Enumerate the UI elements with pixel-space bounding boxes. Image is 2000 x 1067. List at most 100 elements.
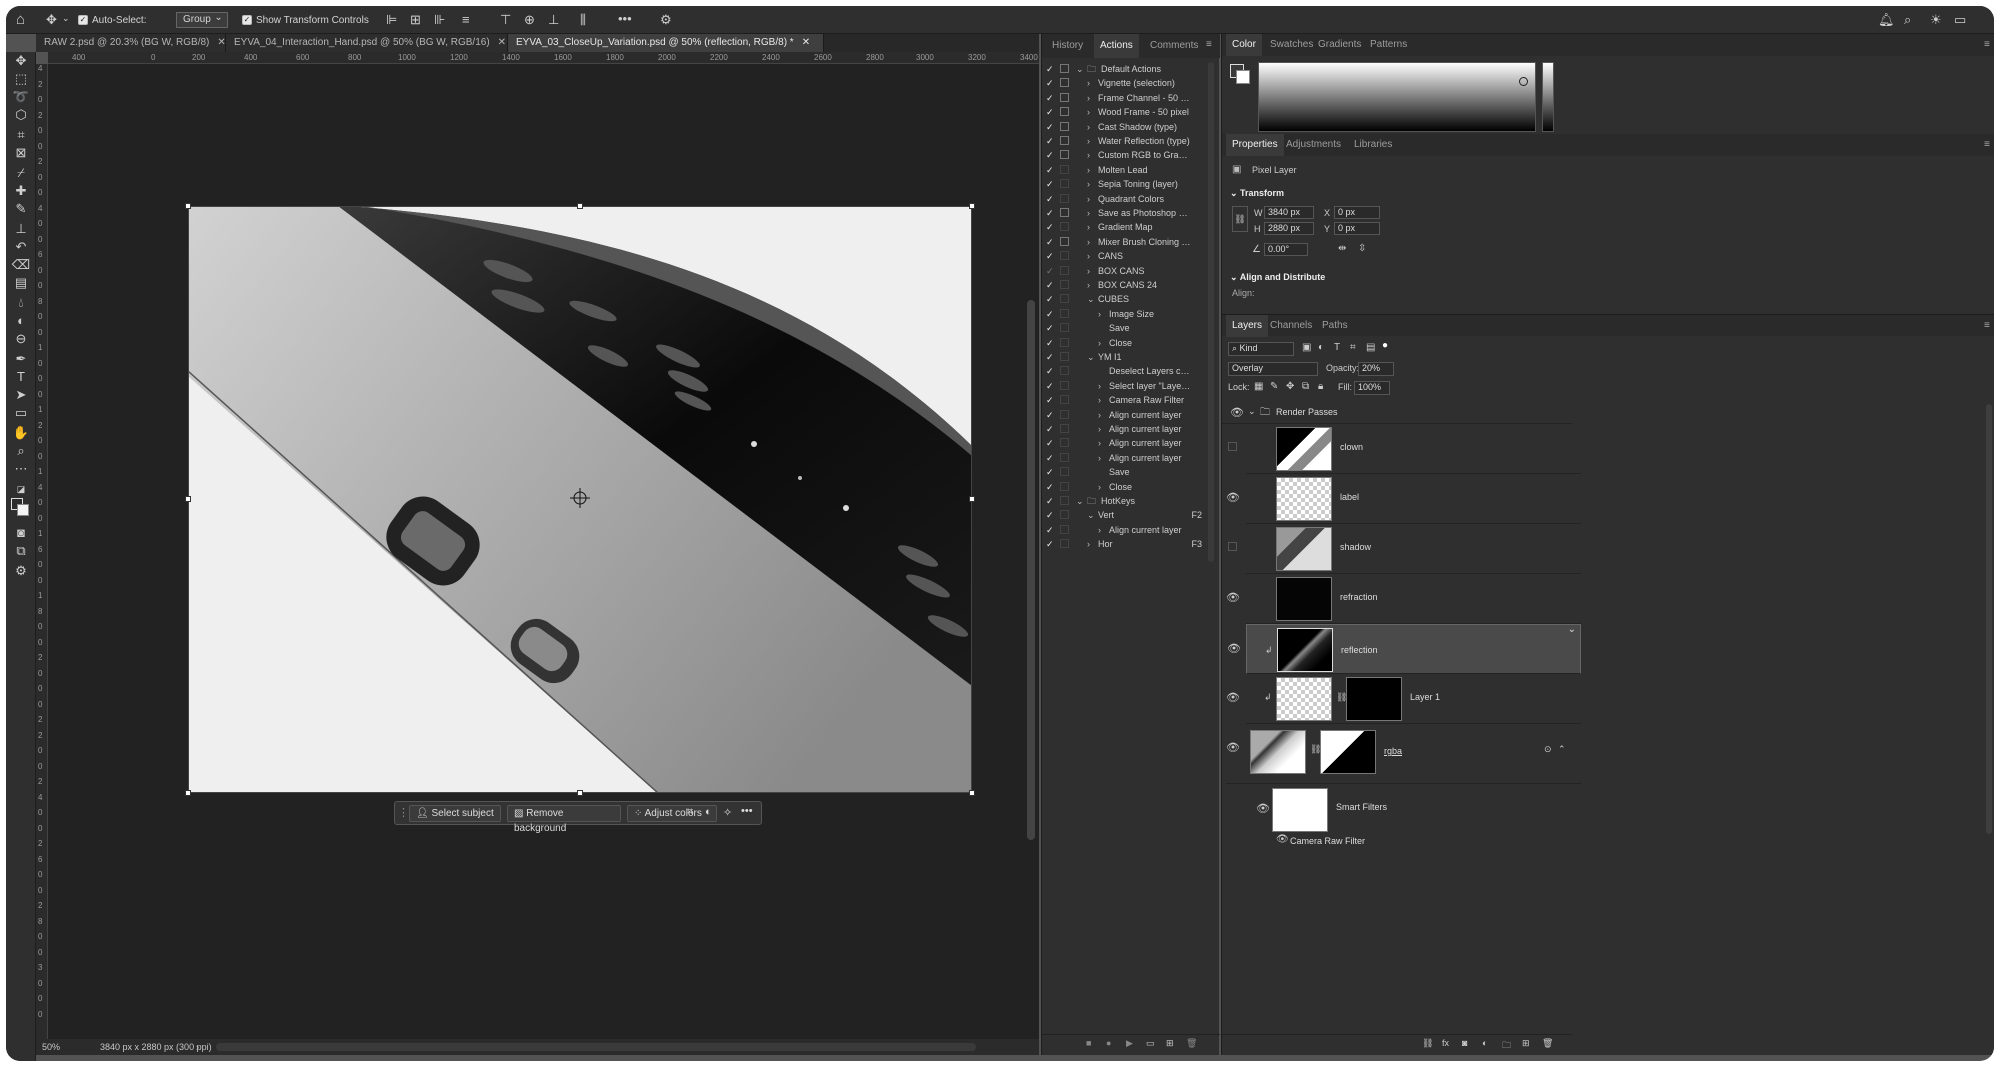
- tab-adjustments[interactable]: Adjustments: [1280, 134, 1347, 156]
- close-icon[interactable]: ✕: [802, 37, 810, 48]
- chevron-right-icon[interactable]: ›: [1098, 379, 1101, 393]
- check-icon[interactable]: ✓: [1046, 264, 1054, 278]
- dialog-toggle[interactable]: [1060, 481, 1069, 491]
- drag-handle-icon[interactable]: ⋮: [398, 806, 409, 819]
- transform-handle[interactable]: [185, 496, 191, 502]
- chevron-right-icon[interactable]: ›: [1087, 148, 1090, 162]
- filter-shape-icon[interactable]: ⌗: [1350, 342, 1356, 353]
- check-icon[interactable]: ✓: [1046, 177, 1054, 191]
- filter-pixel-icon[interactable]: ▣: [1302, 342, 1311, 353]
- blur-tool-icon[interactable]: 💧︎: [11, 294, 31, 312]
- tab-channels[interactable]: Channels: [1264, 315, 1318, 337]
- transform-handle[interactable]: [577, 203, 583, 209]
- chevron-down-icon[interactable]: ⌄: [62, 10, 70, 26]
- link-layers-icon[interactable]: ⛓: [1422, 1038, 1433, 1049]
- stop-icon[interactable]: ■: [1086, 1038, 1091, 1048]
- check-icon[interactable]: ✓: [1046, 321, 1054, 335]
- check-icon[interactable]: ✓: [1046, 422, 1054, 436]
- tab-libraries[interactable]: Libraries: [1348, 134, 1398, 156]
- check-icon[interactable]: ✓: [1046, 163, 1054, 177]
- zoom-level[interactable]: 50%: [42, 1039, 60, 1055]
- align-distribute-section[interactable]: ⌄ Align and Distribute: [1230, 272, 1325, 283]
- crop-tool-icon[interactable]: ⌗: [11, 126, 31, 144]
- gradient-tool-icon[interactable]: ▤: [11, 274, 31, 292]
- dialog-toggle[interactable]: [1060, 323, 1069, 333]
- layer-row-rgba[interactable]: 👁︎ ⛓ rgba ⊙ ⌃: [1226, 724, 1581, 784]
- dialog-toggle[interactable]: [1060, 539, 1069, 549]
- dialog-toggle[interactable]: [1060, 92, 1069, 102]
- panel-menu-icon[interactable]: ≡: [1984, 139, 1990, 150]
- visibility-toggle[interactable]: [1228, 442, 1237, 451]
- lock-transparent-icon[interactable]: ▦: [1254, 381, 1263, 392]
- frame-tool-icon[interactable]: ⊠: [11, 144, 31, 162]
- check-icon[interactable]: ✓: [1046, 120, 1054, 134]
- home-icon[interactable]: ⌂: [16, 12, 25, 28]
- action-row[interactable]: ✓ › Wood Frame - 50 pixel: [1042, 105, 1206, 119]
- gear-icon[interactable]: ⚙: [660, 12, 672, 28]
- dialog-toggle[interactable]: [1060, 496, 1069, 505]
- type-tool-icon[interactable]: T: [11, 368, 31, 386]
- transform-bounding-box[interactable]: [188, 206, 972, 793]
- check-icon[interactable]: ✓: [1046, 62, 1054, 76]
- chevron-up-icon[interactable]: ⌃: [1558, 744, 1566, 755]
- chevron-down-icon[interactable]: ⌄: [1087, 508, 1095, 522]
- record-icon[interactable]: ●: [1106, 1038, 1111, 1048]
- dialog-toggle[interactable]: [1060, 366, 1069, 376]
- adjustment-icon[interactable]: ◐: [705, 806, 712, 818]
- select-subject-button[interactable]: 👤︎ Select subject: [409, 805, 501, 822]
- dialog-toggle[interactable]: [1060, 308, 1069, 318]
- check-icon[interactable]: ✓: [1046, 480, 1054, 494]
- action-row[interactable]: ✓ › Custom RGB to Grayscale: [1042, 148, 1206, 162]
- link-icon[interactable]: ⛓: [1232, 206, 1248, 232]
- action-row[interactable]: ✓ ⌄ 🗀 Default Actions: [1042, 62, 1206, 76]
- color-slider[interactable]: [1542, 62, 1554, 132]
- check-icon[interactable]: ✓: [1046, 292, 1054, 306]
- distribute-vertical-icon[interactable]: ⫼: [580, 12, 586, 28]
- tab-paths[interactable]: Paths: [1316, 315, 1354, 337]
- status-menu-arrow[interactable]: ›: [196, 1039, 199, 1055]
- auto-select-dropdown[interactable]: Group: [176, 11, 228, 29]
- action-row[interactable]: ✓ › Image Size: [1042, 307, 1206, 321]
- screen-mode-icon[interactable]: ⧉: [11, 542, 31, 560]
- chevron-right-icon[interactable]: ›: [1087, 105, 1090, 119]
- layer-row-layer1[interactable]: 👁︎ ↲ ⛓ Layer 1: [1226, 674, 1581, 724]
- layer-row-label[interactable]: 👁︎ label: [1226, 474, 1581, 524]
- layer-mask-thumbnail[interactable]: [1346, 677, 1402, 721]
- tab-raw2[interactable]: RAW 2.psd @ 20.3% (BG W, RGB/8) ✕: [36, 34, 226, 52]
- chevron-down-icon[interactable]: ⌄: [1076, 494, 1084, 508]
- sparkle-icon[interactable]: ✧: [723, 806, 732, 819]
- action-row[interactable]: ✓ › Vignette (selection): [1042, 76, 1206, 90]
- chevron-right-icon[interactable]: ›: [1087, 91, 1090, 105]
- check-icon[interactable]: ✓: [1046, 364, 1054, 378]
- horizontal-scrollbar[interactable]: [216, 1043, 976, 1051]
- chevron-right-icon[interactable]: ›: [1098, 422, 1101, 436]
- action-row[interactable]: ✓ › Molten Lead: [1042, 163, 1206, 177]
- action-row[interactable]: ✓ › CANS: [1042, 249, 1206, 263]
- check-icon[interactable]: ✓: [1046, 307, 1054, 321]
- marquee-tool-icon[interactable]: ⬚: [11, 70, 31, 88]
- action-row[interactable]: ✓ Deselect Layers current l...: [1042, 364, 1206, 378]
- dialog-toggle[interactable]: [1060, 337, 1069, 347]
- edit-toolbar-icon[interactable]: ⋯: [11, 460, 31, 478]
- layer-row-reflection[interactable]: 👁︎ ↲ reflection: [1227, 623, 1581, 674]
- history-brush-tool-icon[interactable]: ↶: [11, 238, 31, 256]
- width-field[interactable]: 3840 px: [1264, 206, 1314, 219]
- chevron-right-icon[interactable]: ›: [1098, 480, 1101, 494]
- action-row[interactable]: ✓ › Camera Raw Filter: [1042, 393, 1206, 407]
- dialog-toggle[interactable]: [1060, 467, 1069, 477]
- path-selection-tool-icon[interactable]: ➤: [11, 386, 31, 404]
- align-left-icon[interactable]: ⊫: [386, 12, 397, 28]
- more-options-icon[interactable]: •••: [618, 11, 632, 27]
- action-row[interactable]: ✓ › Close: [1042, 336, 1206, 350]
- vertical-scrollbar[interactable]: [1027, 300, 1035, 840]
- chevron-down-icon[interactable]: ⌄: [1087, 350, 1095, 364]
- check-icon[interactable]: ✓: [1046, 336, 1054, 350]
- fx-icon[interactable]: fx: [1442, 1038, 1449, 1048]
- transform-handle[interactable]: [185, 790, 191, 796]
- dodge-tool-icon[interactable]: ◐: [11, 312, 31, 330]
- check-icon[interactable]: ✓: [1046, 494, 1054, 508]
- chevron-right-icon[interactable]: ›: [1098, 436, 1101, 450]
- check-icon[interactable]: ✓: [1046, 537, 1054, 551]
- dialog-toggle[interactable]: [1060, 352, 1069, 361]
- eye-icon[interactable]: 👁︎: [1226, 591, 1240, 604]
